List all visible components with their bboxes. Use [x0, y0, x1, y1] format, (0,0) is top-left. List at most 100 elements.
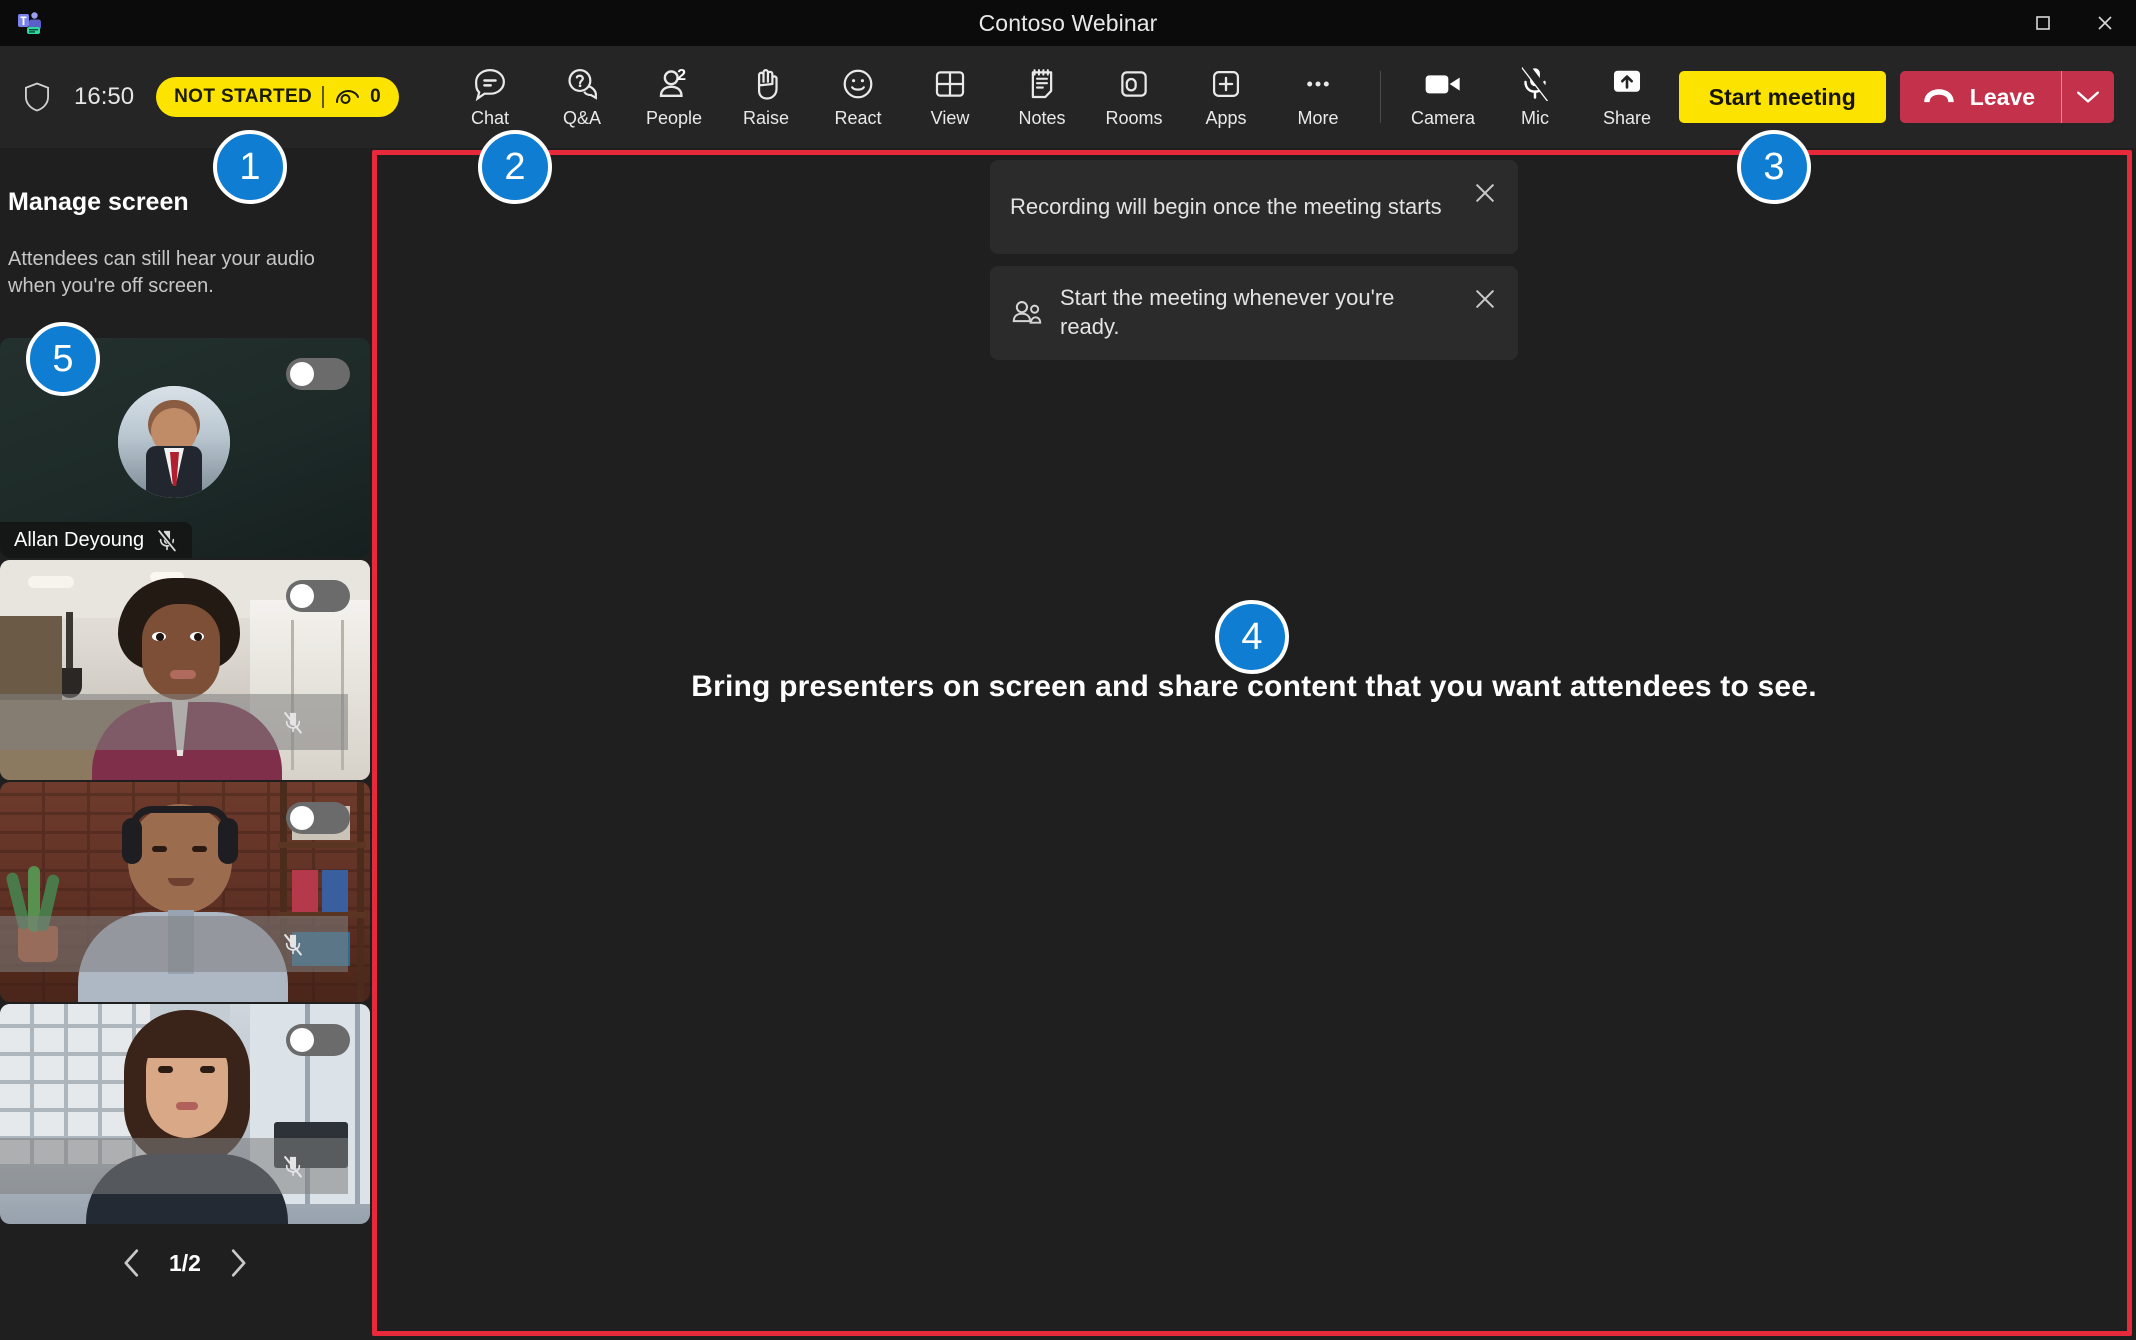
presenter-tile[interactable]: [0, 560, 370, 780]
page-title: Manage screen: [8, 188, 189, 216]
close-icon[interactable]: [2074, 0, 2136, 46]
qa-icon: [564, 65, 600, 103]
callout-badge-2: 2: [478, 130, 552, 204]
toast-start-meeting-notice: Start the meeting whenever you're ready.: [990, 266, 1518, 360]
window-title: Contoso Webinar: [978, 9, 1158, 36]
command-bar-left: 16:50 NOT STARTED 0: [22, 46, 400, 148]
presenter-tile[interactable]: [0, 782, 370, 1002]
attendee-view-icon: [334, 88, 360, 106]
command-share[interactable]: Share: [1581, 55, 1673, 139]
stage-hero-message: Bring presenters on screen and share con…: [691, 670, 1817, 703]
close-icon[interactable]: [1472, 286, 1498, 312]
presenter-name-bar: Allan Deyoung: [0, 522, 193, 558]
command-react-label: React: [834, 108, 882, 128]
command-divider: [1380, 71, 1381, 123]
command-people-label: People: [645, 108, 703, 128]
mic-muted-icon: [282, 710, 304, 734]
toast-text: Start the meeting whenever you're ready.: [1060, 285, 1395, 339]
command-qa-label: Q&A: [562, 108, 601, 128]
status-badge-separator: [322, 86, 325, 108]
share-screen-icon: [1609, 65, 1645, 103]
command-view-label: View: [930, 108, 970, 128]
pager-position: 1/2: [169, 1249, 201, 1276]
command-bar-right: Start meeting Leave: [1678, 46, 2114, 148]
presenter-name: Allan Deyoung: [14, 528, 145, 551]
command-chat[interactable]: Chat: [444, 55, 536, 139]
command-mic-label: Mic: [1521, 108, 1549, 128]
mic-muted-icon: [282, 1154, 304, 1178]
command-camera-label: Camera: [1410, 108, 1476, 128]
maximize-icon[interactable]: [2012, 0, 2074, 46]
leave-button-label: Leave: [1969, 83, 2035, 110]
callout-badge-5: 5: [26, 322, 100, 396]
chat-icon: [472, 65, 508, 103]
callout-badge-4: 4: [1215, 600, 1289, 674]
manage-screen-description: Attendees can still hear your audio when…: [8, 248, 315, 297]
start-meeting-button[interactable]: Start meeting: [1678, 71, 1886, 123]
shield-icon[interactable]: [22, 81, 52, 113]
presenter-tile[interactable]: [0, 1004, 370, 1224]
toast-recording-notice: Recording will begin once the meeting st…: [990, 160, 1518, 254]
camera-icon: [1423, 65, 1463, 103]
close-icon[interactable]: [1472, 180, 1498, 206]
meeting-clock: 16:50: [74, 83, 135, 110]
view-grid-icon: [932, 65, 968, 103]
presenter-tile-list: Allan Deyoung: [0, 338, 370, 1226]
command-camera[interactable]: Camera: [1397, 55, 1489, 139]
people-icon: 2: [656, 65, 692, 103]
notes-icon: [1024, 65, 1060, 103]
command-share-label: Share: [1602, 108, 1652, 128]
status-badge-label: NOT STARTED: [174, 86, 313, 107]
chevron-right-icon[interactable]: [227, 1248, 249, 1278]
apps-plus-icon: [1208, 65, 1244, 103]
people-pair-icon: [1010, 299, 1044, 327]
command-react[interactable]: React: [812, 55, 904, 139]
command-raise[interactable]: Raise: [720, 55, 812, 139]
command-chat-label: Chat: [470, 108, 510, 128]
leave-button[interactable]: Leave: [1900, 71, 2061, 123]
command-view[interactable]: View: [904, 55, 996, 139]
meeting-stage: Recording will begin once the meeting st…: [372, 148, 2136, 1340]
tile-mute-bar: [0, 916, 348, 972]
command-apps-label: Apps: [1205, 108, 1247, 128]
status-badge[interactable]: NOT STARTED 0: [156, 77, 400, 117]
hangup-phone-icon: [1922, 86, 1956, 108]
mic-muted-icon: [282, 932, 304, 956]
command-notes-label: Notes: [1018, 108, 1066, 128]
command-rooms[interactable]: Rooms: [1088, 55, 1180, 139]
mic-muted-icon: [1518, 65, 1552, 103]
presenter-tile-toggle[interactable]: [286, 802, 350, 834]
tile-mute-bar: [0, 1138, 348, 1194]
presenter-tile-toggle[interactable]: [286, 1024, 350, 1056]
command-bar-controls: Chat Q&A 2 People Raise React View Notes…: [444, 46, 1673, 148]
callout-badge-1: 1: [213, 130, 287, 204]
command-rooms-label: Rooms: [1105, 108, 1163, 128]
toggle-knob: [290, 584, 314, 608]
command-raise-label: Raise: [742, 108, 790, 128]
leave-options-chevron-down-icon[interactable]: [2062, 71, 2114, 123]
chevron-left-icon[interactable]: [121, 1248, 143, 1278]
toggle-knob: [290, 362, 314, 386]
callout-badge-3: 3: [1737, 130, 1811, 204]
tile-mute-bar: [0, 694, 348, 750]
presenter-tile-toggle[interactable]: [286, 580, 350, 612]
presenter-tile-toggle[interactable]: [286, 358, 350, 390]
toast-list: Recording will begin once the meeting st…: [990, 160, 1518, 360]
title-bar: Contoso Webinar: [0, 0, 2136, 46]
command-apps[interactable]: Apps: [1180, 55, 1272, 139]
people-count-badge: 2: [677, 67, 686, 84]
toggle-knob: [290, 1028, 314, 1052]
window-controls: [2012, 0, 2136, 46]
command-people[interactable]: 2 People: [628, 55, 720, 139]
command-qa[interactable]: Q&A: [536, 55, 628, 139]
attendee-count: 0: [370, 86, 382, 107]
tile-pager: 1/2: [0, 1228, 370, 1298]
leave-button-group: Leave: [1899, 71, 2114, 123]
command-notes[interactable]: Notes: [996, 55, 1088, 139]
toggle-knob: [290, 806, 314, 830]
command-more[interactable]: More: [1272, 55, 1364, 139]
breakout-rooms-icon: [1116, 65, 1152, 103]
command-mic[interactable]: Mic: [1489, 55, 1581, 139]
command-bar: 16:50 NOT STARTED 0 Chat Q&A 2 People Ra…: [0, 46, 2136, 148]
mic-muted-icon: [156, 528, 178, 552]
